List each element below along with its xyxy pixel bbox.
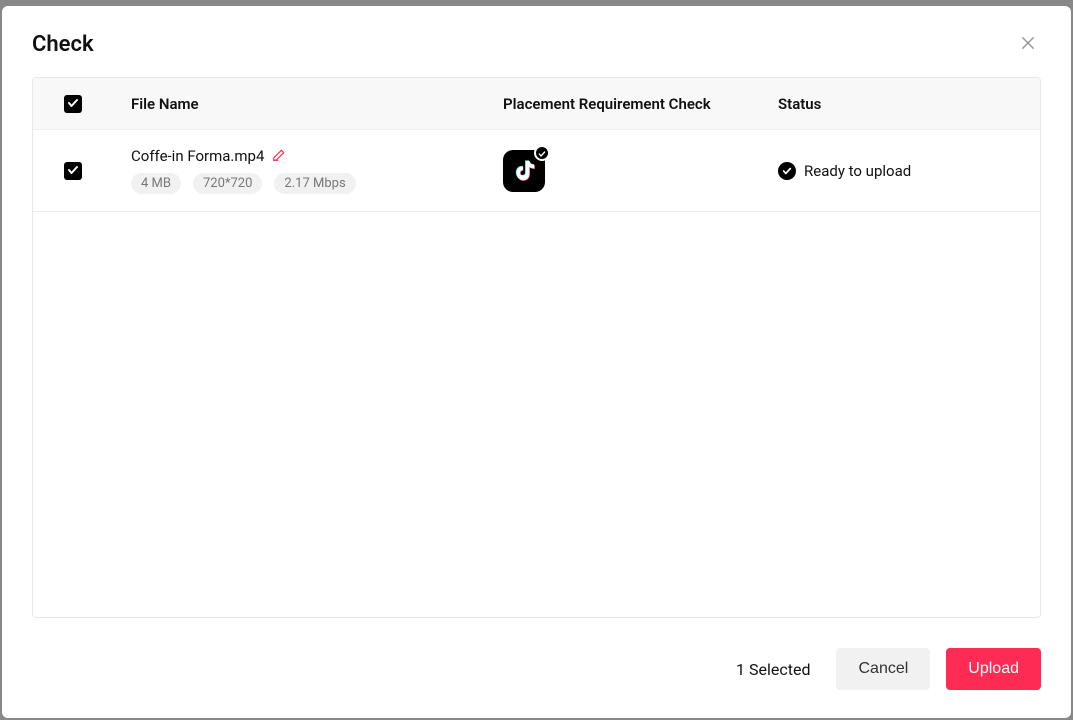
edit-icon: [272, 148, 286, 165]
status-ready-icon: [778, 162, 796, 180]
column-status: Status: [778, 95, 1040, 113]
check-icon: [67, 94, 79, 113]
tiktok-icon: [511, 156, 537, 186]
edit-filename-button[interactable]: [272, 148, 286, 165]
check-modal: Check File Name: [2, 6, 1071, 718]
file-size-chip: 4 MB: [131, 173, 181, 194]
table-header-row: File Name Placement Requirement Check St…: [33, 78, 1040, 130]
file-name: Coffe-in Forma.mp4: [131, 147, 264, 165]
select-all-checkbox[interactable]: [64, 95, 82, 113]
selected-count: 1 Selected: [736, 660, 810, 679]
modal-title: Check: [32, 32, 94, 57]
modal-footer: 1 Selected Cancel Upload: [2, 648, 1071, 718]
modal-header: Check: [2, 6, 1071, 77]
column-placement: Placement Requirement Check: [503, 95, 778, 113]
status-cell: Ready to upload: [778, 162, 1040, 180]
placement-cell: [503, 150, 778, 192]
file-table: File Name Placement Requirement Check St…: [32, 77, 1041, 618]
check-icon: [782, 161, 792, 180]
cancel-button[interactable]: Cancel: [836, 648, 930, 690]
file-meta-chips: 4 MB 720*720 2.17 Mbps: [131, 173, 503, 194]
status-text: Ready to upload: [804, 162, 911, 180]
check-icon: [538, 143, 546, 162]
upload-button[interactable]: Upload: [946, 648, 1041, 690]
column-file-name: File Name: [113, 95, 503, 113]
file-resolution-chip: 720*720: [193, 173, 262, 194]
file-bitrate-chip: 2.17 Mbps: [274, 173, 355, 194]
close-icon: [1019, 34, 1037, 55]
check-icon: [67, 161, 79, 180]
placement-verified-badge: [534, 145, 550, 161]
placement-tiktok-thumb[interactable]: [503, 150, 545, 192]
table-row: Coffe-in Forma.mp4 4 MB 720*720 2.17 Mbp: [33, 130, 1040, 212]
row-checkbox[interactable]: [64, 162, 82, 180]
close-button[interactable]: [1015, 30, 1041, 59]
file-cell: Coffe-in Forma.mp4 4 MB 720*720 2.17 Mbp: [113, 147, 503, 194]
